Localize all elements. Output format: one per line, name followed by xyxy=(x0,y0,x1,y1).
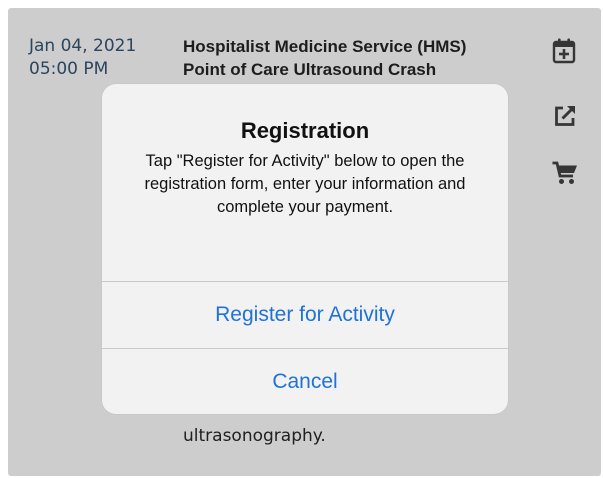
app-screen: Jan 04, 2021 05:00 PM Hospitalist Medici… xyxy=(8,8,601,476)
alert-title: Registration xyxy=(240,118,370,143)
register-for-activity-button[interactable]: Register for Activity xyxy=(102,282,508,348)
cancel-button[interactable]: Cancel xyxy=(102,349,508,414)
registration-alert: Registration Tap "Register for Activity"… xyxy=(102,84,508,414)
alert-message: Tap "Register for Activity" below to ope… xyxy=(144,152,466,216)
